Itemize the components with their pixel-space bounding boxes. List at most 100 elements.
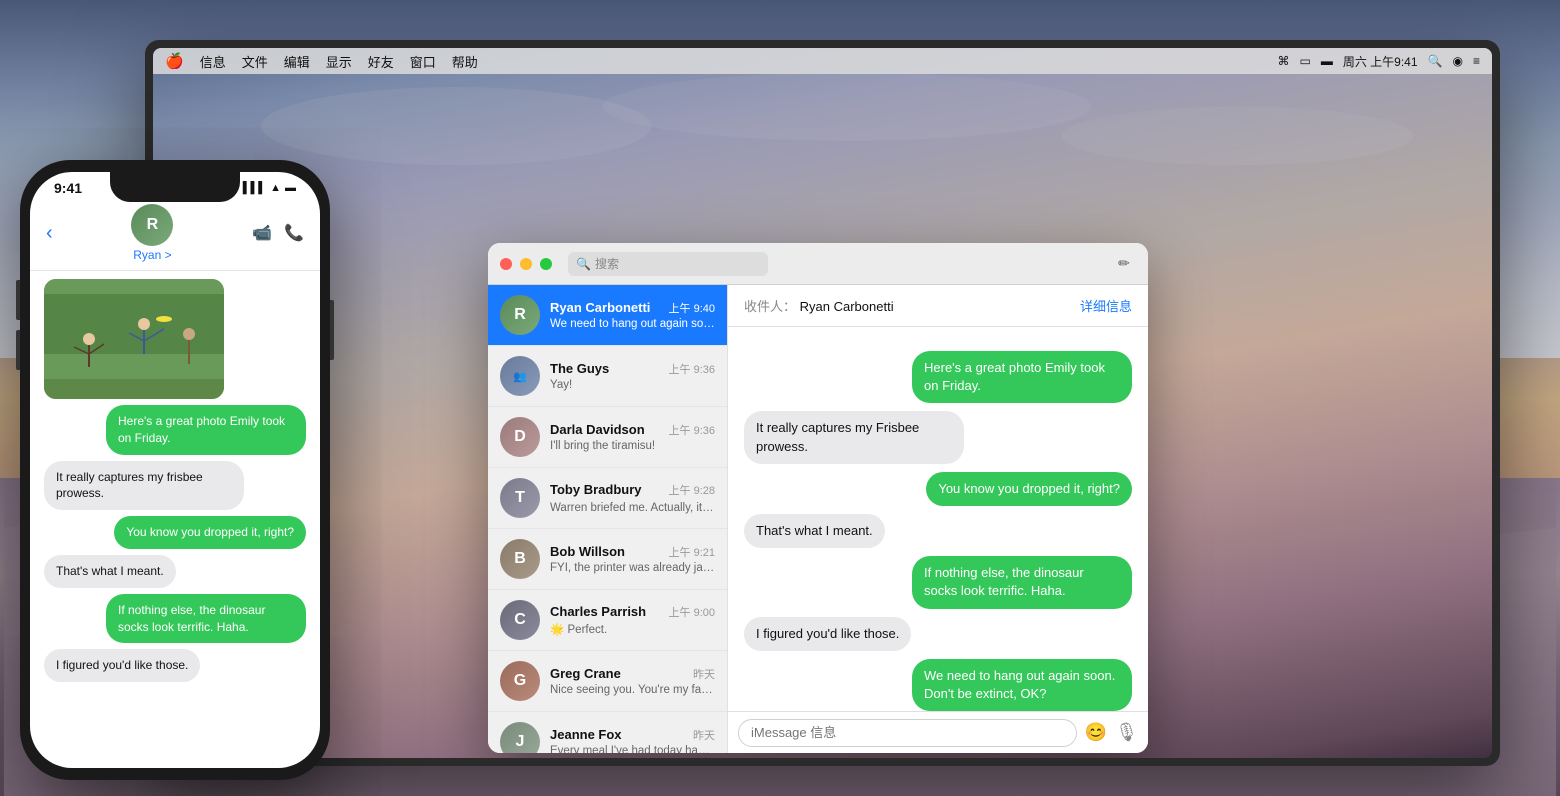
conv-name-charles: Charles Parrish — [550, 604, 646, 619]
iphone-messages: Here's a great photo Emily took on Frida… — [30, 271, 320, 690]
avatar-bob: B — [500, 539, 540, 579]
phone-icon[interactable]: 📞 — [284, 223, 304, 243]
iphone-msg-received-meant: That's what I meant. — [44, 555, 176, 588]
menu-file[interactable]: 文件 — [242, 52, 268, 71]
battery-icon: ▬ — [285, 182, 296, 194]
menubar-left: 🍎 信息 文件 编辑 显示 好友 窗口 帮助 — [165, 52, 1260, 71]
conv-time-jeanne: 昨天 — [693, 727, 715, 743]
maximize-button[interactable] — [540, 258, 552, 270]
search-icon: 🔍 — [576, 257, 591, 271]
conv-item-ryan[interactable]: R Ryan Carbonetti 上午 9:40 We need to han… — [488, 285, 727, 346]
message-input[interactable] — [738, 719, 1077, 747]
recipient-label: 收件人： Ryan Carbonetti — [744, 296, 894, 315]
iphone-nav: ‹ R Ryan > 📹 📞 — [30, 196, 320, 271]
avatar-ryan: R — [500, 295, 540, 335]
iphone-frisbee-photo — [44, 279, 224, 399]
conv-name-bob: Bob Willson — [550, 544, 625, 559]
control-center-icon[interactable]: ≡ — [1473, 54, 1480, 68]
datetime-display: 周六 上午9:41 — [1343, 53, 1418, 70]
conv-preview-charles: 🌟 Perfect. — [550, 622, 715, 636]
conv-info-ryan: Ryan Carbonetti 上午 9:40 We need to hang … — [550, 300, 715, 330]
menu-window[interactable]: 窗口 — [410, 52, 436, 71]
iphone: 9:41 ▌▌▌ ▲ ▬ ‹ R Ryan > 📹 📞 — [20, 160, 330, 780]
recipient-name: Ryan Carbonetti — [800, 299, 894, 314]
compose-button[interactable]: ✏ — [1112, 252, 1136, 276]
macbook-screen: 🍎 信息 文件 编辑 显示 好友 窗口 帮助 ⌘ ▭ ▬ 周六 上午9:41 🔍… — [153, 48, 1492, 758]
volume-down-button — [16, 330, 20, 370]
iphone-photo-message — [44, 279, 224, 399]
emoji-button[interactable]: 😊 — [1085, 722, 1107, 743]
search-icon[interactable]: 🔍 — [1428, 54, 1443, 68]
iphone-notch — [110, 172, 240, 202]
msg-sent-socks: If nothing else, the dinosaur socks look… — [912, 556, 1132, 608]
conv-item-toby[interactable]: T Toby Bradbury 上午 9:28 Warren briefed m… — [488, 468, 727, 529]
conv-item-darla[interactable]: D Darla Davidson 上午 9:36 I'll bring the … — [488, 407, 727, 468]
conv-time-bob: 上午 9:21 — [669, 544, 715, 560]
conv-info-greg: Greg Crane 昨天 Nice seeing you. You're my… — [550, 666, 715, 696]
avatar-jeanne: J — [500, 722, 540, 753]
conv-preview-ryan: We need to hang out again soon. Don't be… — [550, 318, 715, 330]
conv-item-charles[interactable]: C Charles Parrish 上午 9:00 🌟 Perfect. — [488, 590, 727, 651]
apple-menu[interactable]: 🍎 — [165, 52, 184, 70]
conv-name-jeanne: Jeanne Fox — [550, 727, 622, 742]
conv-info-guys: The Guys 上午 9:36 Yay! — [550, 361, 715, 391]
iphone-action-icons: 📹 📞 — [252, 223, 304, 243]
menu-edit[interactable]: 编辑 — [284, 52, 310, 71]
details-button[interactable]: 详细信息 — [1080, 296, 1132, 315]
chat-messages: Here's a great photo Emily took on Frida… — [728, 327, 1148, 711]
conv-item-bob[interactable]: B Bob Willson 上午 9:21 FYI, the printer w… — [488, 529, 727, 590]
chat-input-bar: 😊 🎙 — [728, 711, 1148, 753]
iphone-time: 9:41 — [54, 180, 82, 196]
avatar-charles: C — [500, 600, 540, 640]
back-button[interactable]: ‹ — [46, 222, 53, 245]
iphone-msg-received-figured: I figured you'd like those. — [44, 649, 200, 682]
msg-sent-photo-caption: Here's a great photo Emily took on Frida… — [912, 351, 1132, 403]
menu-view[interactable]: 显示 — [326, 52, 352, 71]
conv-name-toby: Toby Bradbury — [550, 482, 642, 497]
conv-time-charles: 上午 9:00 — [669, 604, 715, 620]
window-titlebar: 🔍 搜索 ✏ — [488, 243, 1148, 285]
menu-help[interactable]: 帮助 — [452, 52, 478, 71]
search-bar[interactable]: 🔍 搜索 — [568, 252, 768, 276]
avatar-darla: D — [500, 417, 540, 457]
conv-name-greg: Greg Crane — [550, 666, 621, 681]
menu-buddies[interactable]: 好友 — [368, 52, 394, 71]
menu-messages[interactable]: 信息 — [200, 52, 226, 71]
minimize-button[interactable] — [520, 258, 532, 270]
conv-preview-toby: Warren briefed me. Actually, it wasn't t… — [550, 500, 715, 514]
avatar-guys: 👥 — [500, 356, 540, 396]
airplay-icon: ▭ — [1300, 54, 1311, 68]
conv-preview-greg: Nice seeing you. You're my favorite pers… — [550, 684, 715, 696]
siri-icon[interactable]: ◉ — [1453, 54, 1463, 68]
avatar-greg: G — [500, 661, 540, 701]
conv-preview-darla: I'll bring the tiramisu! — [550, 440, 715, 452]
conv-name-guys: The Guys — [550, 361, 609, 376]
iphone-body: 9:41 ▌▌▌ ▲ ▬ ‹ R Ryan > 📹 📞 — [20, 160, 330, 780]
volume-up-button — [16, 280, 20, 320]
audio-button[interactable]: 🎙 — [1115, 722, 1138, 743]
iphone-msg-sent-dropped: You know you dropped it, right? — [114, 516, 306, 549]
conv-item-jeanne[interactable]: J Jeanne Fox 昨天 Every meal I've had toda… — [488, 712, 727, 753]
iphone-msg-received-frisbee: It really captures my frisbee prowess. — [44, 461, 244, 511]
conv-preview-bob: FYI, the printer was already jammed when… — [550, 562, 715, 574]
conv-name-darla: Darla Davidson — [550, 422, 645, 437]
msg-sent-hangout: We need to hang out again soon. Don't be… — [912, 659, 1132, 711]
conv-name-ryan: Ryan Carbonetti — [550, 300, 650, 315]
conv-info-jeanne: Jeanne Fox 昨天 Every meal I've had today … — [550, 727, 715, 753]
contact-name[interactable]: Ryan > — [133, 248, 171, 262]
video-call-icon[interactable]: 📹 — [252, 223, 272, 243]
msg-sent-dropped: You know you dropped it, right? — [926, 472, 1132, 506]
search-placeholder: 搜索 — [595, 255, 619, 272]
iphone-msg-sent-socks: If nothing else, the dinosaur socks look… — [106, 594, 306, 644]
conv-item-guys[interactable]: 👥 The Guys 上午 9:36 Yay! — [488, 346, 727, 407]
close-button[interactable] — [500, 258, 512, 270]
conv-info-toby: Toby Bradbury 上午 9:28 Warren briefed me.… — [550, 482, 715, 514]
chat-header: 收件人： Ryan Carbonetti 详细信息 — [728, 285, 1148, 327]
iphone-contact-info: R Ryan > — [61, 204, 244, 262]
iphone-screen: 9:41 ▌▌▌ ▲ ▬ ‹ R Ryan > 📹 📞 — [30, 172, 320, 768]
messages-window: 🔍 搜索 ✏ R Ryan Carbonetti — [488, 243, 1148, 753]
conv-info-darla: Darla Davidson 上午 9:36 I'll bring the ti… — [550, 422, 715, 452]
conv-time-greg: 昨天 — [693, 666, 715, 682]
conv-item-greg[interactable]: G Greg Crane 昨天 Nice seeing you. You're … — [488, 651, 727, 712]
iphone-msg-sent-caption: Here's a great photo Emily took on Frida… — [106, 405, 306, 455]
